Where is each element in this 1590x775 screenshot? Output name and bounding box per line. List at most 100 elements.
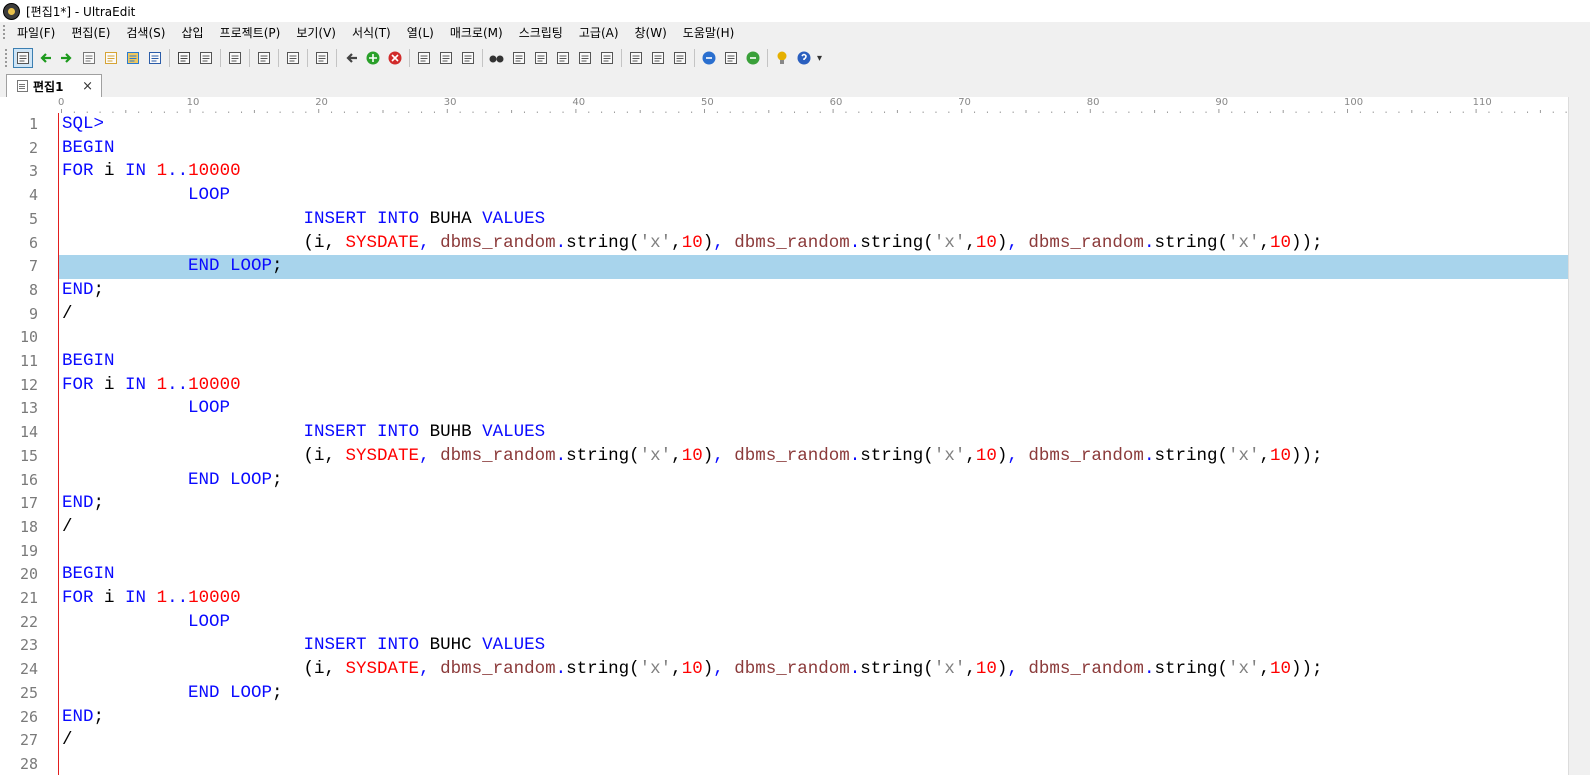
code-text[interactable]: BEGIN	[62, 137, 115, 161]
cascade-icon[interactable]	[670, 48, 690, 68]
code-line[interactable]: 5 INSERT INTO BUHA VALUES	[0, 208, 1568, 232]
code-text[interactable]: LOOP	[62, 397, 230, 421]
code-line[interactable]: 15 (i, SYSDATE, dbms_random.string('x',1…	[0, 445, 1568, 469]
code-line[interactable]: 11 BEGIN	[0, 350, 1568, 374]
line-number-gutter[interactable]: 6	[0, 232, 58, 256]
code-line[interactable]: 2 BEGIN	[0, 137, 1568, 161]
menu-format[interactable]: 서식(T)	[344, 22, 399, 44]
code-text[interactable]: FOR i IN 1..10000	[62, 160, 241, 184]
code-text[interactable]: INSERT INTO BUHA VALUES	[62, 208, 546, 232]
line-number-gutter[interactable]: 22	[0, 611, 58, 635]
toolbar-grip[interactable]	[5, 49, 7, 67]
add-icon[interactable]	[363, 48, 383, 68]
code-line[interactable]: 24 (i, SYSDATE, dbms_random.string('x',1…	[0, 658, 1568, 682]
line-number-gutter[interactable]: 24	[0, 658, 58, 682]
menu-grip[interactable]	[3, 25, 5, 41]
code-text[interactable]: END;	[62, 279, 104, 303]
web-icon[interactable]	[699, 48, 719, 68]
code-text[interactable]: (i, SYSDATE, dbms_random.string('x',10),…	[62, 232, 1323, 256]
help-icon[interactable]	[794, 48, 814, 68]
line-number-gutter[interactable]: 16	[0, 469, 58, 493]
menu-insert[interactable]: 삽입	[173, 22, 211, 44]
line-number-gutter[interactable]: 28	[0, 753, 58, 775]
copy-icon[interactable]	[436, 48, 456, 68]
open-file-icon[interactable]	[101, 48, 121, 68]
menu-macro[interactable]: 매크로(M)	[442, 22, 511, 44]
line-number-gutter[interactable]: 10	[0, 326, 58, 350]
nav-back-icon[interactable]	[341, 48, 361, 68]
code-text[interactable]: END;	[62, 706, 104, 730]
code-text[interactable]: BEGIN	[62, 350, 115, 374]
line-number-gutter[interactable]: 9	[0, 303, 58, 327]
line-number-gutter[interactable]: 4	[0, 184, 58, 208]
code-text[interactable]: (i, SYSDATE, dbms_random.string('x',10),…	[62, 658, 1323, 682]
code-text[interactable]: FOR i IN 1..10000	[62, 374, 241, 398]
code-line[interactable]: 1 SQL>	[0, 113, 1568, 137]
code-line[interactable]: 18 /	[0, 516, 1568, 540]
line-number-gutter[interactable]: 19	[0, 540, 58, 564]
line-number-gutter[interactable]: 11	[0, 350, 58, 374]
line-number-gutter[interactable]: 3	[0, 160, 58, 184]
code-line[interactable]: 4 LOOP	[0, 184, 1568, 208]
code-line[interactable]: 12 FOR i IN 1..10000	[0, 374, 1568, 398]
code-text[interactable]: FOR i IN 1..10000	[62, 587, 241, 611]
code-text[interactable]: (i, SYSDATE, dbms_random.string('x',10),…	[62, 445, 1323, 469]
line-number-gutter[interactable]: 5	[0, 208, 58, 232]
code-line[interactable]: 6 (i, SYSDATE, dbms_random.string('x',10…	[0, 232, 1568, 256]
print-preview-icon[interactable]	[196, 48, 216, 68]
code-text[interactable]: INSERT INTO BUHB VALUES	[62, 421, 546, 445]
split-vertical-icon[interactable]	[648, 48, 668, 68]
print-icon[interactable]	[174, 48, 194, 68]
edit-mode-icon[interactable]	[13, 48, 33, 68]
code-line[interactable]: 27 /	[0, 729, 1568, 753]
code-text[interactable]: /	[62, 516, 73, 540]
line-number-gutter[interactable]: 2	[0, 137, 58, 161]
code-line[interactable]: 21 FOR i IN 1..10000	[0, 587, 1568, 611]
column-mode-icon[interactable]	[283, 48, 303, 68]
code-text[interactable]: LOOP	[62, 611, 230, 635]
replace-icon[interactable]	[553, 48, 573, 68]
code-line[interactable]: 28	[0, 753, 1568, 775]
forward-icon[interactable]	[57, 48, 77, 68]
code-line[interactable]: 9/	[0, 303, 1568, 327]
tip-icon[interactable]	[772, 48, 792, 68]
line-number-gutter[interactable]: 13	[0, 397, 58, 421]
vertical-scrollbar[interactable]	[1568, 97, 1590, 775]
code-line[interactable]: 3 FOR i IN 1..10000	[0, 160, 1568, 184]
code-text[interactable]: LOOP	[62, 184, 230, 208]
menu-column[interactable]: 열(L)	[399, 22, 442, 44]
code-text[interactable]: END LOOP;	[62, 469, 283, 493]
code-line[interactable]: 20 BEGIN	[0, 563, 1568, 587]
code-line[interactable]: 22 LOOP	[0, 611, 1568, 635]
line-number-gutter[interactable]: 26	[0, 706, 58, 730]
line-number-gutter[interactable]: 8	[0, 279, 58, 303]
menu-help[interactable]: 도움말(H)	[675, 22, 743, 44]
line-number-gutter[interactable]: 21	[0, 587, 58, 611]
screenshot-icon[interactable]	[721, 48, 741, 68]
toolbar-overflow-icon[interactable]: ▾	[817, 53, 822, 64]
paste-icon[interactable]	[458, 48, 478, 68]
code-text[interactable]: SQL>	[62, 113, 104, 137]
menu-project[interactable]: 프로젝트(P)	[212, 22, 289, 44]
cut-icon[interactable]	[414, 48, 434, 68]
code-text[interactable]: END LOOP;	[62, 255, 283, 279]
code-line[interactable]: 17 END;	[0, 492, 1568, 516]
save-icon[interactable]	[145, 48, 165, 68]
menu-view[interactable]: 보기(V)	[288, 22, 344, 44]
app-logo-icon[interactable]	[3, 2, 20, 20]
properties-icon[interactable]	[225, 48, 245, 68]
code-line[interactable]: 25 END LOOP;	[0, 682, 1568, 706]
refresh-icon[interactable]	[743, 48, 763, 68]
spell-check-icon[interactable]	[254, 48, 274, 68]
line-number-gutter[interactable]: 15	[0, 445, 58, 469]
menu-search[interactable]: 검색(S)	[118, 22, 173, 44]
menu-advanced[interactable]: 고급(A)	[571, 22, 627, 44]
split-horizontal-icon[interactable]	[626, 48, 646, 68]
close-icon[interactable]: ×	[82, 79, 93, 94]
code-text[interactable]: END;	[62, 492, 104, 516]
code-text[interactable]: INSERT INTO BUHC VALUES	[62, 634, 546, 658]
line-number-gutter[interactable]: 12	[0, 374, 58, 398]
menu-scripting[interactable]: 스크립팅	[511, 22, 571, 44]
code-line[interactable]: 19	[0, 540, 1568, 564]
menu-edit[interactable]: 편집(E)	[63, 22, 118, 44]
